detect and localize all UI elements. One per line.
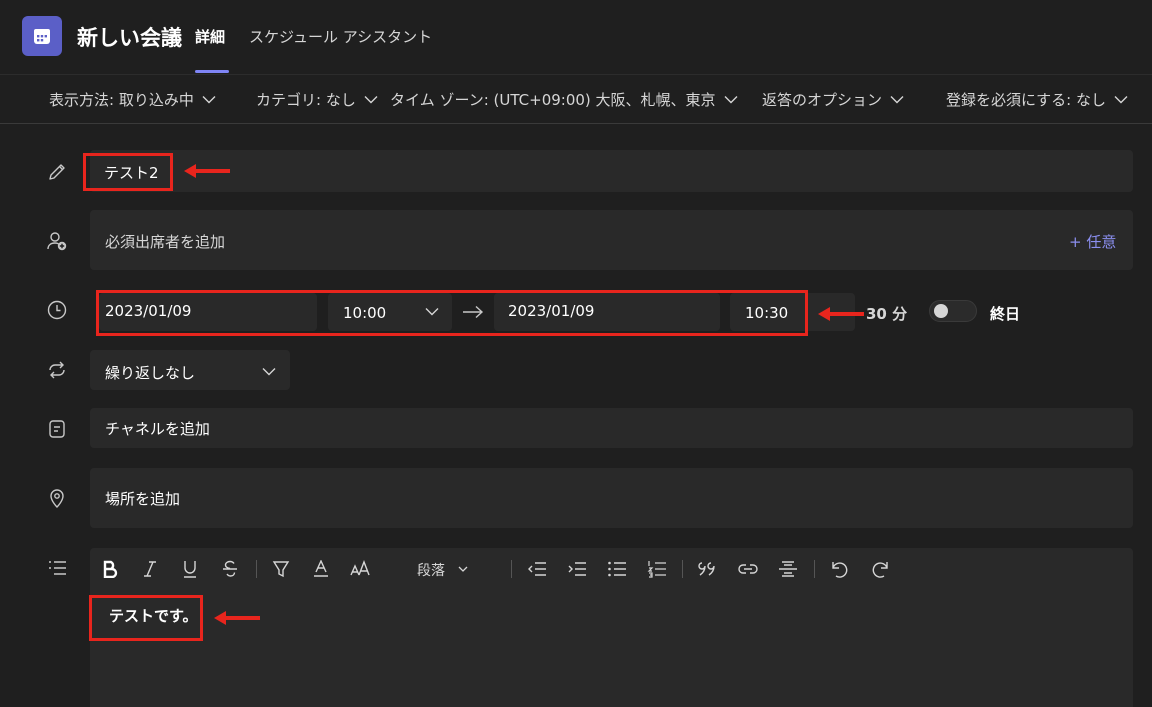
chevron-down-icon <box>890 96 904 104</box>
chevron-down-icon <box>202 96 216 104</box>
quote-icon[interactable] <box>696 557 720 581</box>
bullet-list-icon[interactable] <box>605 557 629 581</box>
chevron-down-icon <box>262 368 276 376</box>
all-day-toggle[interactable] <box>929 300 977 322</box>
attendees-placeholder: 必須出席者を追加 <box>105 233 226 251</box>
active-tab-indicator <box>195 70 229 73</box>
list-icon <box>46 557 68 579</box>
location-input[interactable] <box>90 468 1133 528</box>
registration-label: 登録を必須にする: なし <box>946 91 1106 109</box>
timezone-dropdown[interactable]: タイム ゾーン: (UTC+09:00) 大阪、札幌、東京 <box>390 89 738 110</box>
underline-icon[interactable] <box>178 557 202 581</box>
add-person-icon <box>46 230 68 252</box>
font-color-icon[interactable] <box>309 557 333 581</box>
link-icon[interactable] <box>736 557 760 581</box>
body-text: テストです。 <box>109 607 198 625</box>
undo-icon[interactable] <box>828 557 852 581</box>
horizontal-rule-icon[interactable] <box>776 557 800 581</box>
toggle-knob <box>934 304 948 318</box>
annotation-arrow-icon <box>818 307 864 321</box>
bold-icon[interactable] <box>98 557 122 581</box>
channel-placeholder: チャネルを追加 <box>105 420 210 438</box>
registration-dropdown[interactable]: 登録を必須にする: なし <box>946 89 1128 110</box>
annotation-box-end-time <box>730 292 805 332</box>
location-pin-icon <box>46 487 68 509</box>
chevron-down-icon <box>364 96 378 104</box>
chevron-down-icon[interactable] <box>458 566 468 573</box>
clock-icon <box>46 299 68 321</box>
numbered-list-icon[interactable] <box>645 557 669 581</box>
timezone-label: タイム ゾーン: (UTC+09:00) 大阪、札幌、東京 <box>390 91 716 109</box>
channel-input[interactable] <box>90 408 1133 448</box>
channel-icon <box>46 418 68 440</box>
category-dropdown[interactable]: カテゴリ: なし <box>256 89 378 110</box>
increase-indent-icon[interactable] <box>565 557 589 581</box>
annotation-arrow-icon <box>214 611 260 625</box>
tab-scheduling-assistant[interactable]: スケジュール アシスタント <box>249 26 432 47</box>
location-placeholder: 場所を追加 <box>105 490 181 508</box>
strikethrough-icon[interactable] <box>218 557 242 581</box>
attendees-input[interactable] <box>90 210 1133 270</box>
title-value: テスト2 <box>104 164 159 182</box>
all-day-label: 終日 <box>990 305 1021 323</box>
italic-icon[interactable] <box>138 557 162 581</box>
show-as-dropdown[interactable]: 表示方法: 取り込み中 <box>49 89 216 110</box>
page-title: 新しい会議 <box>77 26 182 50</box>
response-options-label: 返答のオプション <box>762 91 883 109</box>
category-label: カテゴリ: なし <box>256 91 356 109</box>
highlight-icon[interactable] <box>269 557 293 581</box>
chevron-down-icon <box>1114 96 1128 104</box>
redo-icon[interactable] <box>868 557 892 581</box>
font-size-icon[interactable] <box>349 557 373 581</box>
repeat-icon <box>46 359 68 381</box>
toolbar-divider <box>256 560 257 578</box>
toolbar-divider <box>511 560 512 578</box>
optional-attendees-link[interactable]: + 任意 <box>1069 231 1116 252</box>
calendar-app-icon <box>22 16 62 56</box>
paragraph-style-dropdown[interactable]: 段落 <box>417 560 445 580</box>
pencil-icon <box>46 161 68 183</box>
annotation-arrow-icon <box>184 164 230 178</box>
title-input[interactable] <box>90 150 1133 192</box>
toolbar-divider <box>682 560 683 578</box>
repeat-value: 繰り返しなし <box>105 364 196 382</box>
annotation-box-datetime <box>96 290 808 336</box>
toolbar-divider <box>814 560 815 578</box>
duration-label: 30 分 <box>866 305 908 323</box>
chevron-down-icon <box>724 96 738 104</box>
tab-details[interactable]: 詳細 <box>195 26 225 47</box>
decrease-indent-icon[interactable] <box>525 557 549 581</box>
show-as-label: 表示方法: 取り込み中 <box>49 91 194 109</box>
response-options-dropdown[interactable]: 返答のオプション <box>762 89 904 110</box>
calendar-icon <box>34 29 50 44</box>
